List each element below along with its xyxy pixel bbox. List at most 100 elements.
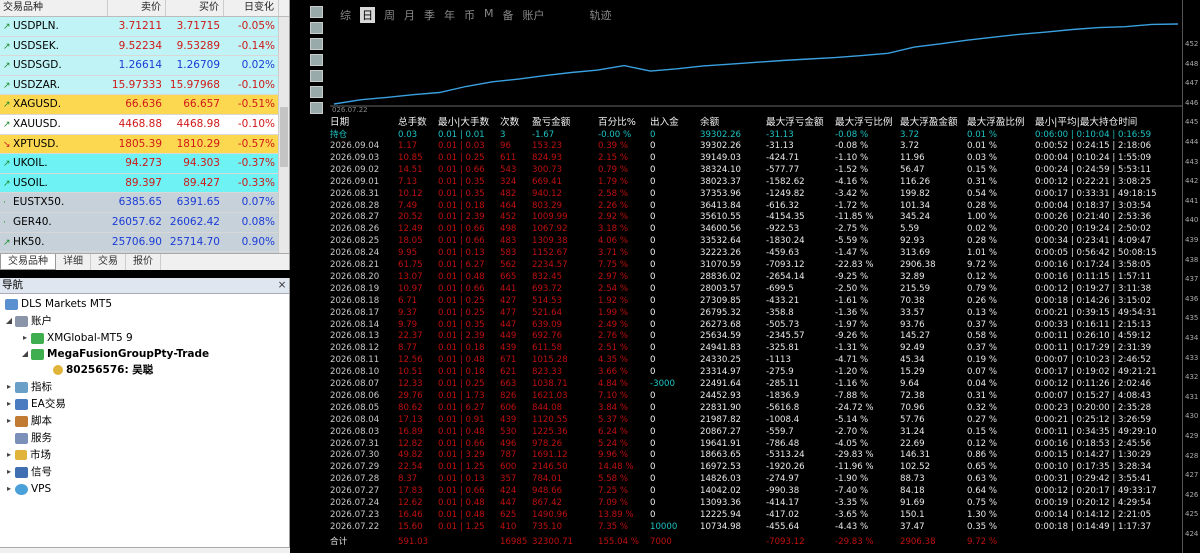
nav-ea[interactable]: ▸ EA交易 <box>4 396 66 412</box>
stats-row[interactable]: 2026.08.31 10.12 0.01 | 0.35 482 940.12 2.58 … <box>330 189 1182 199</box>
nav-scripts[interactable]: ▸ 脚本 <box>4 413 52 429</box>
quote-row[interactable]: ↗ UKOIL. 94.273 94.303 -0.37% <box>0 154 289 174</box>
price-tick: 428 <box>1185 451 1199 460</box>
expand-icon[interactable]: ▸ <box>4 379 14 395</box>
expand-icon[interactable]: ▸ <box>4 464 14 480</box>
tool-icon[interactable] <box>310 70 323 82</box>
nav-market[interactable]: ▸ 市场 <box>4 447 51 463</box>
expand-icon[interactable]: ▸ <box>20 330 30 346</box>
expand-icon[interactable]: ▸ <box>4 413 14 429</box>
quote-row[interactable]: ↗ USOIL. 89.397 89.427 -0.33% <box>0 173 289 194</box>
stats-row[interactable]: 2026.07.27 17.83 0.01 | 0.66 424 948.66 7.25 … <box>330 486 1182 496</box>
stats-row[interactable]: 2026.08.21 61.75 0.01 | 6.27 562 2234.57 7.75… <box>330 260 1182 270</box>
stats-row[interactable]: 2026.07.30 49.82 0.01 | 3.29 787 1691.12 9.96… <box>330 450 1182 460</box>
stats-cell: -0.08 % <box>835 141 869 151</box>
stats-row[interactable]: 2026.08.18 6.71 0.01 | 0.25 427 514.53 1.92 %… <box>330 296 1182 306</box>
collapse-icon[interactable]: ◢ <box>4 313 14 329</box>
nav-signals[interactable]: ▸ 信号 <box>4 464 52 480</box>
stats-row[interactable]: 2026.07.22 15.60 0.01 | 1.25 410 735.10 7.35 … <box>330 522 1182 532</box>
quote-row[interactable]: ↗ XAUUSD. 4468.88 4468.98 -0.10% <box>0 114 289 135</box>
stats-row[interactable]: 2026.09.04 1.17 0.01 | 0.03 96 153.23 0.39 % 0… <box>330 141 1182 151</box>
stats-row[interactable]: 2026.08.25 18.05 0.01 | 0.66 483 1309.38 4.06… <box>330 236 1182 246</box>
nav-server-megafusion[interactable]: ◢ MegaFusionGroupPty-Trade <box>20 346 209 362</box>
tab-ticks[interactable]: 报价 <box>126 254 161 270</box>
close-icon[interactable]: × <box>275 278 289 293</box>
stats-row[interactable]: 2026.08.28 7.49 0.01 | 0.18 464 803.29 2.26 %… <box>330 201 1182 211</box>
stats-cell: 7.25 % <box>598 486 629 497</box>
stats-row[interactable]: 2026.09.02 14.51 0.01 | 0.66 543 300.73 0.79 … <box>330 165 1182 175</box>
quote-symbol: ↗ USDSGD. <box>0 56 108 75</box>
tool-icon[interactable] <box>310 38 323 50</box>
tab-symbols[interactable]: 交易品种 <box>0 254 56 270</box>
col-change[interactable]: 日变化 <box>224 0 279 16</box>
stats-row[interactable]: 2026.07.28 8.37 0.01 | 0.13 357 784.01 5.58 %… <box>330 474 1182 484</box>
nav-account-item[interactable]: 80256576: 吴聪 <box>52 362 153 378</box>
nav-broker[interactable]: DLS Markets MT5 <box>4 296 112 312</box>
quote-row[interactable]: ↗ XAGUSD. 66.636 66.657 -0.51% <box>0 95 289 115</box>
nav-vps[interactable]: ▸ VPS <box>4 481 51 497</box>
quote-ask: 1810.29 <box>176 137 220 150</box>
stats-row[interactable]: 2026.08.17 9.37 0.01 | 0.25 477 521.64 1.99 %… <box>330 308 1182 318</box>
nav-accounts[interactable]: ◢ 账户 <box>4 313 52 329</box>
expand-icon[interactable]: ▸ <box>4 447 14 463</box>
nav-server-xm[interactable]: ▸ XMGlobal-MT5 9 <box>20 330 133 346</box>
stats-row[interactable]: 2026.09.03 10.85 0.01 | 0.25 611 824.93 2.15 … <box>330 153 1182 163</box>
scroll-thumb[interactable] <box>280 107 288 167</box>
stats-row[interactable]: 2026.07.23 16.46 0.01 | 0.48 625 1490.96 13.8… <box>330 510 1182 520</box>
quote-row[interactable]: ↗ USDSGD. 1.26614 1.26709 0.02% <box>0 56 289 76</box>
expand-icon[interactable]: ▸ <box>4 396 14 412</box>
stats-row[interactable]: 2026.08.04 17.13 0.01 | 0.91 439 1120.55 5.37… <box>330 415 1182 425</box>
col-symbol[interactable]: 交易品种 <box>0 0 108 16</box>
tool-icon[interactable] <box>310 86 323 98</box>
stats-cell: 0.28 % <box>967 236 998 247</box>
stats-row[interactable]: 2026.07.24 12.62 0.01 | 0.48 447 867.42 7.09 … <box>330 498 1182 508</box>
quote-row[interactable]: ↗ HK50. 25706.90 25714.70 0.90% <box>0 232 289 253</box>
stats-cell: 2026.08.25 <box>330 236 380 247</box>
quote-row[interactable]: ↗ USDSEK. 9.52234 9.53289 -0.14% <box>0 36 289 57</box>
price-axis[interactable]: 452 448 447 446 445 444 443 442 441 440 439 438 437 4… <box>1182 0 1200 553</box>
stats-row[interactable]: 2026.08.19 10.97 0.01 | 0.66 441 693.72 2.54 … <box>330 284 1182 294</box>
stats-row[interactable]: 2026.08.11 12.56 0.01 | 0.48 671 1015.28 4.35… <box>330 355 1182 365</box>
stats-row[interactable]: 2026.09.01 7.13 0.01 | 0.35 324 669.41 1.79 %… <box>330 177 1182 187</box>
stats-row[interactable]: 2026.08.10 10.51 0.01 | 0.18 621 823.33 3.66 … <box>330 367 1182 377</box>
price-tick: 435 <box>1185 314 1199 323</box>
stats-row[interactable]: 2026.08.26 12.49 0.01 | 0.66 498 1067.92 3.18… <box>330 224 1182 234</box>
stats-row[interactable]: 2026.08.06 29.76 0.01 | 1.73 826 1621.03 7.10… <box>330 391 1182 401</box>
stats-row[interactable]: 2026.08.12 8.77 0.01 | 0.18 439 611.58 2.51 %… <box>330 343 1182 353</box>
stats-cell: 606 <box>500 402 517 413</box>
expand-icon[interactable]: ▸ <box>4 481 14 497</box>
stats-cell: -417.02 <box>766 509 800 520</box>
crosshair-icon[interactable] <box>310 6 323 18</box>
stats-row[interactable]: 2026.08.13 22.37 0.01 | 2.39 449 692.76 2.76 … <box>330 331 1182 341</box>
stats-row[interactable]: 2026.08.14 9.79 0.01 | 0.35 447 639.09 2.49 %… <box>330 320 1182 330</box>
stats-row[interactable]: 2026.07.31 12.82 0.01 | 0.66 496 978.26 5.24 … <box>330 439 1182 449</box>
col-ask[interactable]: 买价 <box>166 0 224 16</box>
quote-row[interactable]: · EUSTX50. 6385.65 6391.65 0.07% <box>0 193 289 213</box>
stats-row[interactable]: 2026.08.05 80.62 0.01 | 6.27 606 844.08 3.84 … <box>330 403 1182 413</box>
tool-icon[interactable] <box>310 102 323 114</box>
stats-row[interactable]: 2026.07.29 22.54 0.01 | 1.25 600 2146.50 14.4… <box>330 462 1182 472</box>
tab-details[interactable]: 详细 <box>56 254 91 270</box>
stats-cell: 7.75 % <box>598 260 629 270</box>
tool-icon[interactable] <box>310 22 323 34</box>
stats-row[interactable]: 2026.08.20 13.07 0.01 | 0.48 665 832.45 2.97 … <box>330 272 1182 282</box>
quote-row[interactable]: · GER40. 26057.62 26062.42 0.08% <box>0 212 289 233</box>
nav-services[interactable]: 服务 <box>14 430 52 446</box>
stats-row[interactable]: 2026.08.07 12.33 0.01 | 0.25 663 1038.71 4.84… <box>330 379 1182 389</box>
tab-trading[interactable]: 交易 <box>91 254 126 270</box>
market-watch-scrollbar[interactable] <box>278 17 289 253</box>
collapse-icon[interactable]: ◢ <box>20 346 30 362</box>
stats-row[interactable]: 2026.08.03 16.89 0.01 | 0.48 530 1225.36 6.24… <box>330 427 1182 437</box>
quote-row[interactable]: ↗ USDPLN. 3.71211 3.71715 -0.05% <box>0 17 289 37</box>
col-bid[interactable]: 卖价 <box>108 0 166 16</box>
quote-row[interactable]: ↘ XPTUSD. 1805.39 1810.29 -0.57% <box>0 134 289 155</box>
stats-row[interactable]: 2026.08.27 20.52 0.01 | 2.39 452 1009.99 2.92… <box>330 212 1182 222</box>
nav-indicators[interactable]: ▸ 指标 <box>4 379 52 395</box>
quote-row[interactable]: ↗ USDZAR. 15.97333 15.97968 -0.10% <box>0 75 289 96</box>
tool-icon[interactable] <box>310 54 323 66</box>
price-tick: 446 <box>1185 98 1199 107</box>
price-tick: 429 <box>1185 432 1199 440</box>
stats-cell: 10734.98 <box>700 521 742 532</box>
stats-cell: 0:00:14 | 0:14:12 | 2:21:05 <box>1035 509 1152 520</box>
stats-row[interactable]: 2026.08.24 9.95 0.01 | 0.13 583 1152.67 3.71 … <box>330 248 1182 258</box>
